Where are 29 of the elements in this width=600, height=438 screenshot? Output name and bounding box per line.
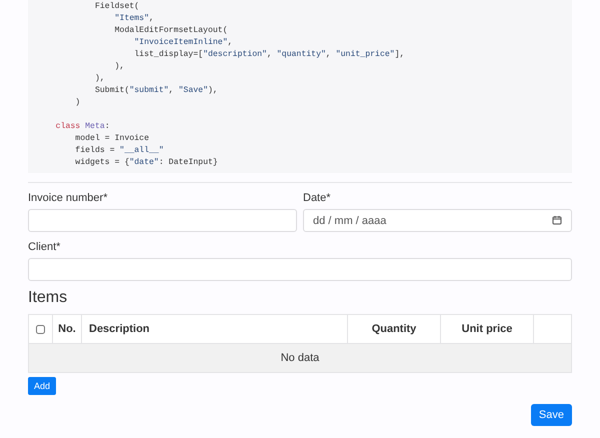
empty-message: No data: [280, 351, 320, 365]
column-header: Quantity: [348, 315, 441, 343]
column-header: No.: [53, 315, 82, 343]
save-button[interactable]: Save: [530, 404, 572, 426]
code-line: "InvoiceItemInline",: [133, 38, 233, 47]
add-button[interactable]: Add: [28, 377, 56, 395]
code-line: ModalEditFormsetLayout(: [114, 26, 228, 35]
code-line: ),: [94, 74, 105, 83]
date-field[interactable]: dd / mm / aaaa: [303, 209, 572, 232]
code-line: ): [74, 98, 80, 107]
text-field[interactable]: [28, 258, 572, 281]
select-all-checkbox[interactable]: [36, 324, 45, 334]
code-line: Submit("submit", "Save"),: [94, 86, 218, 95]
field-label: Date*: [303, 191, 332, 205]
code-line: "Items",: [114, 14, 154, 23]
section-title: Items: [28, 288, 68, 308]
code-line: class Meta:: [54, 122, 110, 131]
code-line: fields = "__all__": [74, 146, 164, 155]
column-header: Unit price: [441, 315, 534, 343]
text-field[interactable]: [28, 209, 297, 232]
code-line: Fieldset(: [94, 2, 140, 11]
code-line: list_display=["description", "quantity", "unit_price"],: [133, 50, 405, 59]
column-header: Description: [82, 315, 348, 343]
code-line: ),: [114, 62, 124, 71]
code-line: widgets = {"date": DateInput}: [74, 158, 218, 167]
field-label: Client*: [28, 240, 62, 254]
calendar-icon[interactable]: [552, 215, 562, 225]
field-label: Invoice number*: [28, 191, 108, 205]
code-line: model = Invoice: [74, 134, 150, 143]
